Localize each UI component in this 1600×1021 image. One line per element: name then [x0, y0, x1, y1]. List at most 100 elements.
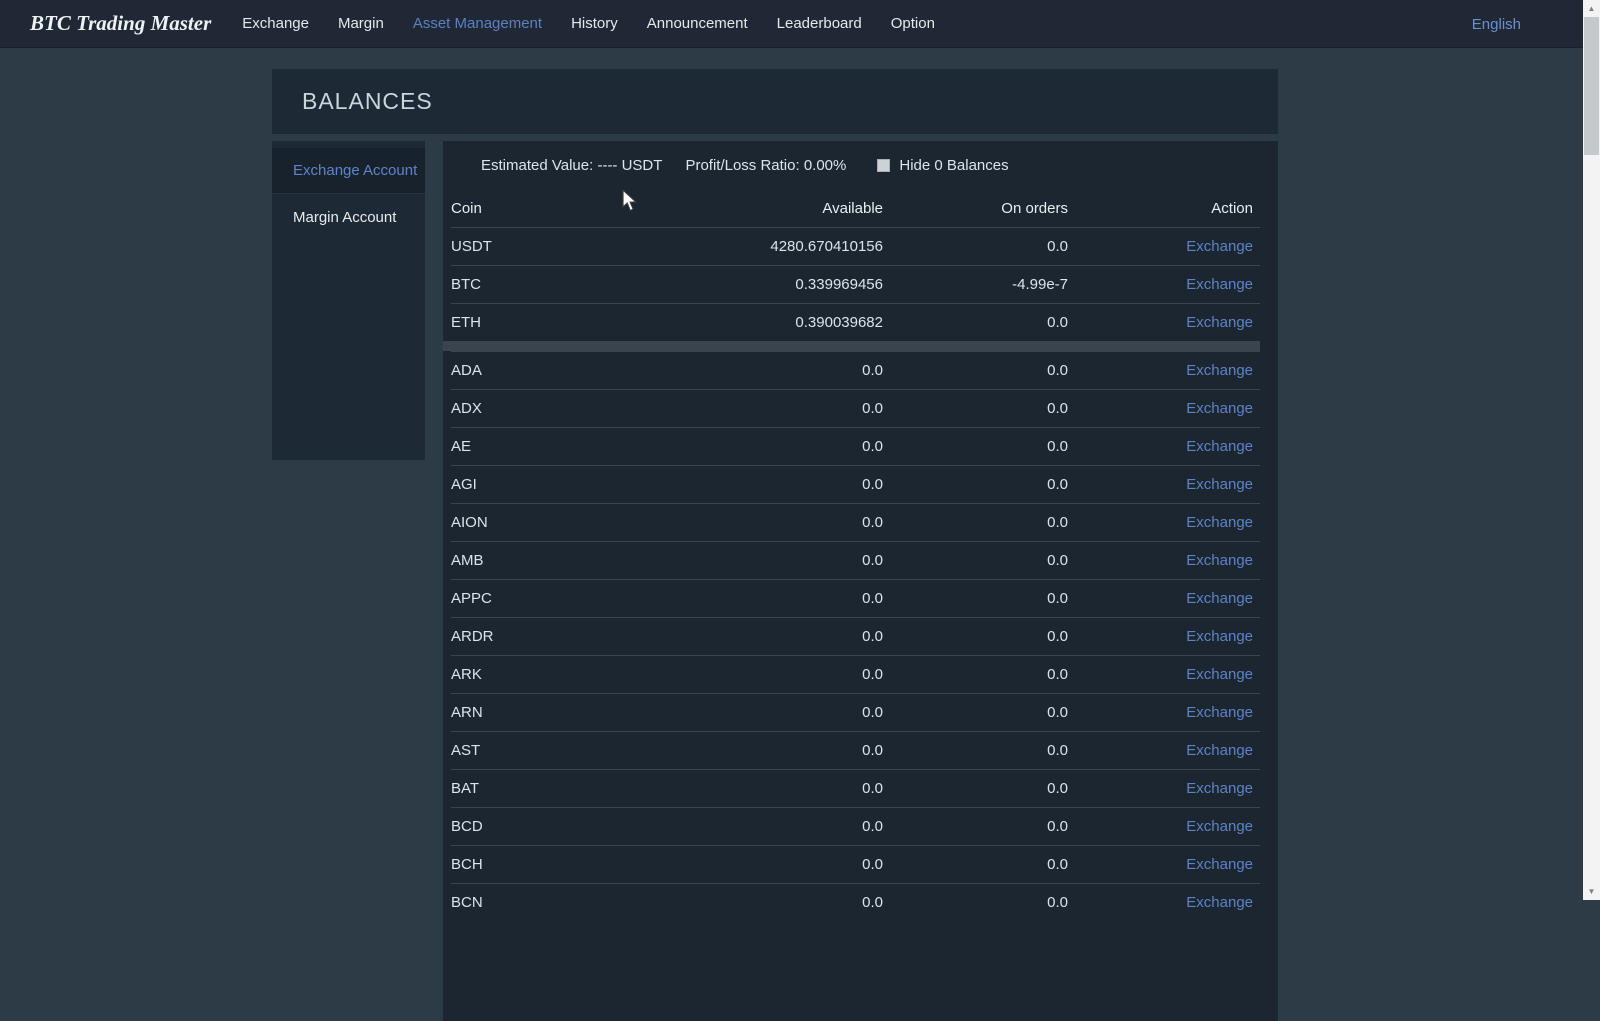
table-row: BCD0.00.0Exchange: [451, 807, 1260, 845]
coin-cell: BAT: [451, 780, 643, 797]
exchange-link[interactable]: Exchange: [1186, 818, 1253, 835]
action-cell: Exchange: [1068, 818, 1253, 835]
scroll-up-button[interactable]: ▲: [1583, 0, 1600, 17]
available-cell: 0.0: [643, 400, 883, 417]
action-cell: Exchange: [1068, 362, 1253, 379]
coin-cell: ARDR: [451, 628, 643, 645]
table-row: ADA0.00.0Exchange: [451, 351, 1260, 389]
coin-cell: AION: [451, 514, 643, 531]
language-link[interactable]: English: [1472, 0, 1521, 48]
exchange-link[interactable]: Exchange: [1186, 628, 1253, 645]
available-cell: 0.0: [643, 894, 883, 911]
exchange-link[interactable]: Exchange: [1186, 438, 1253, 455]
available-cell: 0.0: [643, 628, 883, 645]
exchange-link[interactable]: Exchange: [1186, 362, 1253, 379]
coin-cell: AST: [451, 742, 643, 759]
action-cell: Exchange: [1068, 704, 1253, 721]
exchange-link[interactable]: Exchange: [1186, 400, 1253, 417]
action-cell: Exchange: [1068, 666, 1253, 683]
on-orders-cell: 0.0: [883, 438, 1068, 455]
nav-item-leaderboard[interactable]: Leaderboard: [777, 15, 862, 32]
column-header-on-orders: On orders: [883, 200, 1068, 217]
table-row: BCH0.00.0Exchange: [451, 845, 1260, 883]
action-cell: Exchange: [1068, 400, 1253, 417]
action-cell: Exchange: [1068, 438, 1253, 455]
action-cell: Exchange: [1068, 894, 1253, 911]
page-container: BALANCES Exchange AccountMargin Account …: [272, 69, 1278, 1021]
scroll-down-button[interactable]: ▼: [1583, 883, 1600, 900]
on-orders-cell: 0.0: [883, 628, 1068, 645]
coin-cell: BCD: [451, 818, 643, 835]
column-header-available: Available: [643, 200, 883, 217]
exchange-link[interactable]: Exchange: [1186, 276, 1253, 293]
on-orders-cell: 0.0: [883, 552, 1068, 569]
main-nav: Exchange Margin Asset Management History Ann…: [242, 15, 935, 32]
available-cell: 0.0: [643, 590, 883, 607]
nav-item-history[interactable]: History: [571, 15, 618, 32]
page-title: BALANCES: [302, 88, 433, 115]
brand-logo[interactable]: BTC Trading Master: [30, 11, 211, 36]
action-cell: Exchange: [1068, 314, 1253, 331]
available-cell: 0.0: [643, 514, 883, 531]
summary-bar: Estimated Value: ---- USDT Profit/Loss R…: [443, 141, 1278, 189]
on-orders-cell: 0.0: [883, 400, 1068, 417]
zero-balance-group-divider: [443, 341, 1260, 351]
table-row: APPC0.00.0Exchange: [451, 579, 1260, 617]
nav-item-option[interactable]: Option: [891, 15, 935, 32]
table-row: BAT0.00.0Exchange: [451, 769, 1260, 807]
on-orders-cell: 0.0: [883, 590, 1068, 607]
on-orders-cell: 0.0: [883, 514, 1068, 531]
table-row: AMB0.00.0Exchange: [451, 541, 1260, 579]
exchange-link[interactable]: Exchange: [1186, 238, 1253, 255]
scrollbar-thumb[interactable]: [1584, 17, 1599, 155]
table-row: AION0.00.0Exchange: [451, 503, 1260, 541]
exchange-link[interactable]: Exchange: [1186, 476, 1253, 493]
column-header-action: Action: [1068, 200, 1253, 217]
balances-panel: Estimated Value: ---- USDT Profit/Loss R…: [443, 141, 1278, 1021]
sidebar-item-margin-account[interactable]: Margin Account: [272, 194, 425, 240]
table-header-row: Coin Available On orders Action: [451, 189, 1260, 227]
coin-cell: BCN: [451, 894, 643, 911]
table-row: BCN0.00.0Exchange: [451, 883, 1260, 921]
action-cell: Exchange: [1068, 856, 1253, 873]
sidebar-item-exchange-account[interactable]: Exchange Account: [272, 148, 425, 194]
coin-cell: AE: [451, 438, 643, 455]
coin-cell: APPC: [451, 590, 643, 607]
on-orders-cell: 0.0: [883, 476, 1068, 493]
coin-cell: BTC: [451, 276, 643, 293]
exchange-link[interactable]: Exchange: [1186, 894, 1253, 911]
exchange-link[interactable]: Exchange: [1186, 590, 1253, 607]
profit-loss-text: Profit/Loss Ratio: 0.00%: [685, 157, 846, 174]
hide-zero-checkbox[interactable]: [877, 159, 890, 172]
exchange-link[interactable]: Exchange: [1186, 780, 1253, 797]
on-orders-cell: 0.0: [883, 238, 1068, 255]
coin-cell: BCH: [451, 856, 643, 873]
exchange-link[interactable]: Exchange: [1186, 856, 1253, 873]
coin-cell: ARK: [451, 666, 643, 683]
vertical-scrollbar[interactable]: ▲ ▼: [1583, 0, 1600, 900]
action-cell: Exchange: [1068, 238, 1253, 255]
on-orders-cell: 0.0: [883, 314, 1068, 331]
table-row: AE0.00.0Exchange: [451, 427, 1260, 465]
nav-item-exchange[interactable]: Exchange: [242, 15, 309, 32]
exchange-link[interactable]: Exchange: [1186, 742, 1253, 759]
exchange-link[interactable]: Exchange: [1186, 704, 1253, 721]
available-cell: 0.0: [643, 666, 883, 683]
available-cell: 0.390039682: [643, 314, 883, 331]
available-cell: 4280.670410156: [643, 238, 883, 255]
action-cell: Exchange: [1068, 514, 1253, 531]
coin-cell: USDT: [451, 238, 643, 255]
exchange-link[interactable]: Exchange: [1186, 666, 1253, 683]
table-row: ETH0.3900396820.0Exchange: [451, 303, 1260, 341]
nav-item-margin[interactable]: Margin: [338, 15, 384, 32]
exchange-link[interactable]: Exchange: [1186, 552, 1253, 569]
exchange-link[interactable]: Exchange: [1186, 314, 1253, 331]
on-orders-cell: 0.0: [883, 780, 1068, 797]
column-header-coin: Coin: [451, 200, 643, 217]
nav-item-announcement[interactable]: Announcement: [647, 15, 748, 32]
on-orders-cell: 0.0: [883, 856, 1068, 873]
exchange-link[interactable]: Exchange: [1186, 514, 1253, 531]
hide-zero-label: Hide 0 Balances: [899, 157, 1008, 174]
table-row: ARN0.00.0Exchange: [451, 693, 1260, 731]
nav-item-asset-management[interactable]: Asset Management: [413, 15, 542, 32]
